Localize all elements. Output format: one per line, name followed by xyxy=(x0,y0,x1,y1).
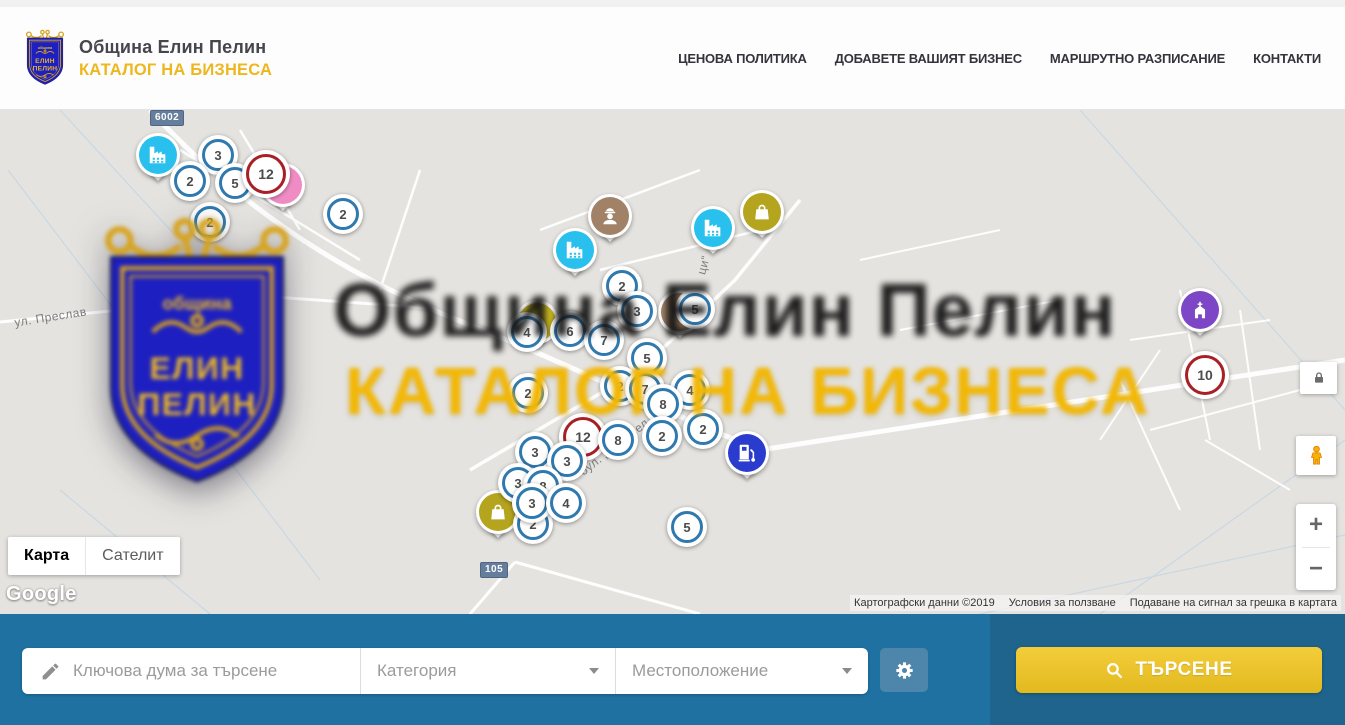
cluster-count: 2 xyxy=(683,409,723,449)
map-type-map-button[interactable]: Карта xyxy=(8,537,85,575)
nav-item[interactable]: КОНТАКТИ xyxy=(1253,51,1321,66)
search-icon xyxy=(1105,661,1124,680)
lock-button[interactable] xyxy=(1300,362,1337,394)
church-pin-marker[interactable] xyxy=(1178,288,1222,332)
nav-menu: ЦЕНОВА ПОЛИТИКА ДОБАВЕТЕ ВАШИЯТ БИЗНЕС МАР… xyxy=(678,51,1321,66)
pin-ball xyxy=(553,228,597,272)
cluster-count: 10 xyxy=(1181,351,1229,399)
site-logo[interactable]: Община Елин Пелин КАТАЛОГ НА БИЗНЕСА xyxy=(22,28,272,88)
map-type-satellite-button[interactable]: Сателит xyxy=(85,537,179,575)
logo-subtitle: КАТАЛОГ НА БИЗНЕСА xyxy=(79,61,272,80)
road-badge: 105 xyxy=(480,562,508,578)
nav-item[interactable]: ДОБАВЕТЕ ВАШИЯТ БИЗНЕС xyxy=(835,51,1022,66)
cluster-count: 4 xyxy=(507,312,547,352)
shopping-bag-icon xyxy=(743,193,781,231)
road-badge: 6002 xyxy=(150,110,184,126)
cluster-marker[interactable]: 2 xyxy=(323,194,363,234)
cluster-count: 2 xyxy=(170,161,210,201)
fuel-icon xyxy=(728,434,766,472)
cluster-count: 5 xyxy=(675,289,715,329)
search-panel: Категория Местоположение ТЪРСЕНЕ xyxy=(0,614,1345,725)
cluster-marker[interactable]: 5 xyxy=(675,289,715,329)
cluster-marker[interactable]: 5 xyxy=(667,507,707,547)
cluster-count: 4 xyxy=(546,483,586,523)
advanced-settings-button[interactable] xyxy=(880,648,928,692)
cluster-count: 2 xyxy=(642,416,682,456)
factory-pin-marker[interactable] xyxy=(691,206,735,250)
zoom-out-button[interactable]: − xyxy=(1296,548,1336,591)
zoom-control: + − xyxy=(1296,504,1336,590)
report-error-link[interactable]: Подаване на сигнал за грешка в картата xyxy=(1130,597,1337,609)
factory-icon xyxy=(556,231,594,269)
cluster-marker[interactable]: 2 xyxy=(170,161,210,201)
pencil-icon xyxy=(40,661,61,682)
zoom-in-button[interactable]: + xyxy=(1296,504,1336,547)
pin-ball xyxy=(725,431,769,475)
filter-bar: Категория Местоположение xyxy=(22,648,868,694)
pegman-icon xyxy=(1305,444,1328,467)
chevron-down-icon xyxy=(589,668,599,674)
google-logo[interactable]: Google xyxy=(6,583,77,606)
cluster-count: 7 xyxy=(584,320,624,360)
gear-icon xyxy=(893,659,916,682)
location-select-label: Местоположение xyxy=(632,661,768,681)
cluster-marker[interactable]: 2 xyxy=(508,373,548,413)
category-select-label: Категория xyxy=(377,661,456,681)
location-select[interactable]: Местоположение xyxy=(615,648,868,694)
cluster-count: 8 xyxy=(598,420,638,460)
pin-ball xyxy=(691,206,735,250)
factory-icon xyxy=(694,209,732,247)
lock-icon xyxy=(1311,370,1327,386)
search-button[interactable]: ТЪРСЕНЕ xyxy=(1016,647,1322,693)
cluster-marker[interactable]: 4 xyxy=(546,483,586,523)
map-type-toggle: Карта Сателит xyxy=(8,537,180,575)
nav-item[interactable]: МАРШРУТНО РАЗПИСАНИЕ xyxy=(1050,51,1225,66)
cluster-count: 2 xyxy=(190,202,230,242)
header: Община Елин Пелин КАТАЛОГ НА БИЗНЕСА ЦЕН… xyxy=(0,0,1345,110)
cluster-count: 2 xyxy=(508,373,548,413)
factory-pin-marker[interactable] xyxy=(553,228,597,272)
cluster-marker[interactable]: 4 xyxy=(507,312,547,352)
church-icon xyxy=(1181,291,1219,329)
cluster-marker[interactable]: 7 xyxy=(584,320,624,360)
cluster-marker[interactable]: 8 xyxy=(598,420,638,460)
nav-item[interactable]: ЦЕНОВА ПОЛИТИКА xyxy=(678,51,807,66)
cluster-marker[interactable]: 12 xyxy=(242,150,290,198)
keyword-section xyxy=(22,648,360,694)
pin-ball xyxy=(1178,288,1222,332)
logo-title: Община Елин Пелин xyxy=(79,37,272,58)
cluster-marker[interactable]: 2 xyxy=(190,202,230,242)
cluster-marker[interactable]: 2 xyxy=(683,409,723,449)
pegman-button[interactable] xyxy=(1296,436,1336,475)
logo-text: Община Елин Пелин КАТАЛОГ НА БИЗНЕСА xyxy=(79,37,272,80)
cluster-marker[interactable]: 2 xyxy=(642,416,682,456)
category-select[interactable]: Категория xyxy=(360,648,615,694)
attribution-copyright: Картографски данни ©2019 xyxy=(854,597,995,609)
map-canvas[interactable]: 6002105 ул. Преславбул. „Новоселци“ 2325… xyxy=(0,110,1345,614)
cluster-count: 5 xyxy=(667,507,707,547)
cluster-marker[interactable]: 10 xyxy=(1181,351,1229,399)
keyword-search-input[interactable] xyxy=(73,661,360,681)
cluster-count: 2 xyxy=(323,194,363,234)
search-button-label: ТЪРСЕНЕ xyxy=(1135,659,1232,681)
municipality-emblem-icon xyxy=(22,28,68,88)
pin-ball xyxy=(740,190,784,234)
fuel-pin-marker[interactable] xyxy=(725,431,769,475)
chevron-down-icon xyxy=(842,668,852,674)
shopping-bag-pin-marker[interactable] xyxy=(740,190,784,234)
cluster-count: 12 xyxy=(242,150,290,198)
terms-link[interactable]: Условия за ползване xyxy=(1009,597,1116,609)
map-attribution: Картографски данни ©2019 Условия за полз… xyxy=(850,595,1341,611)
